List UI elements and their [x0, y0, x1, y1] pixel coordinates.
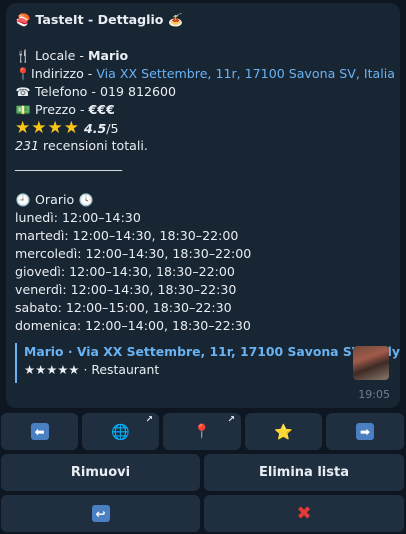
preview-stars-icon: ★★★★★	[24, 362, 80, 377]
locale-line: 🍴 Locale - Mario	[15, 47, 391, 65]
locale-label: Locale -	[35, 48, 88, 63]
hours-tuesday: martedì: 12:00–14:30, 18:30–22:00	[15, 228, 239, 243]
back-button[interactable]: ⬅	[1, 413, 78, 450]
reviews-line: 231 recensioni totali.	[15, 137, 391, 155]
close-icon: ✖	[296, 503, 312, 524]
sushi-icon: 🍣	[15, 13, 31, 27]
hours-friday: venerdì: 12:00–14:30, 18:30–22:30	[15, 282, 237, 297]
fork-knife-icon: 🍴	[15, 49, 31, 63]
globe-icon: 🌐	[111, 422, 130, 441]
phone-line: ☎ Telefono - 019 812600	[15, 83, 391, 101]
reviews-text: recensioni totali.	[39, 138, 148, 153]
keyboard-row-1: ⬅ 🌐 ↗ 📍 ↗ ⭐ ➡	[0, 413, 406, 450]
keyboard-row-2: Rimuovi Elimina lista	[0, 454, 406, 491]
favorite-button[interactable]: ⭐	[245, 413, 322, 450]
title-text: TasteIt - Dettaglio	[35, 12, 164, 27]
message-time: 19:05	[358, 388, 390, 401]
separator: _________________	[15, 156, 123, 171]
rating-value: 4.5	[83, 121, 107, 136]
address-line: 📍Indirizzo - Via XX Settembre, 11r, 1710…	[15, 65, 395, 83]
spaghetti-icon: 🍝	[168, 13, 184, 27]
left-arrow-icon: ⬅	[30, 423, 49, 440]
rating-stars-icon: ★★★★	[15, 118, 80, 138]
close-button[interactable]: ✖	[204, 495, 404, 532]
money-icon: 💵	[15, 103, 31, 117]
rating-line: ★★★★ 4.5/5	[15, 119, 391, 137]
star-icon: ⭐	[274, 422, 293, 441]
delete-list-button[interactable]: Elimina lista	[204, 454, 404, 491]
external-link-icon: ↗	[145, 415, 153, 425]
preview-description-text: · Restaurant	[79, 362, 160, 377]
pin-icon: 📍	[193, 423, 211, 440]
price-value: €€€	[88, 102, 115, 117]
telephone-icon: ☎	[15, 85, 31, 99]
hours-wednesday: mercoledì: 12:00–14:30, 18:30–22:00	[15, 246, 252, 261]
address-link[interactable]: Via XX Settembre, 11r, 17100 Savona SV, …	[96, 66, 395, 81]
website-button[interactable]: 🌐 ↗	[82, 413, 159, 450]
reviews-count: 231	[15, 138, 40, 153]
next-button[interactable]: ➡	[326, 413, 404, 450]
rating-suffix: /5	[106, 121, 119, 136]
hours-monday: lunedì: 12:00–14:30	[15, 210, 141, 225]
message-bubble: 🍣 TasteIt - Dettaglio 🍝 🍴 Locale - Mario…	[6, 3, 400, 408]
right-arrow-icon: ➡	[356, 423, 374, 440]
address-label: Indirizzo -	[31, 66, 97, 81]
price-label: Prezzo -	[35, 102, 89, 117]
hours-sunday: domenica: 12:00–14:00, 18:30–22:30	[15, 318, 251, 333]
link-preview-description: ★★★★★ · Restaurant	[24, 361, 389, 379]
external-link-icon: ↗	[227, 415, 235, 425]
price-line: 💵 Prezzo - €€€	[15, 101, 391, 119]
pin-icon: 📍	[15, 67, 31, 81]
return-button[interactable]: ↩	[1, 495, 200, 532]
message-title: 🍣 TasteIt - Dettaglio 🍝	[15, 11, 391, 29]
link-preview-title: Mario · Via XX Settembre, 11r, 17100 Sav…	[24, 344, 400, 359]
hours-saturday: sabato: 12:00–15:00, 18:30–22:30	[15, 300, 232, 315]
phone-value: 019 812600	[99, 84, 177, 99]
phone-label: Telefono -	[35, 84, 100, 99]
clock-icon: 🕓	[78, 193, 94, 207]
remove-button[interactable]: Rimuovi	[1, 454, 200, 491]
link-preview[interactable]: Mario · Via XX Settembre, 11r, 17100 Sav…	[15, 343, 400, 383]
clock-icon: 🕘	[15, 193, 31, 207]
return-arrow-icon: ↩	[91, 505, 110, 522]
map-button[interactable]: 📍 ↗	[163, 413, 241, 450]
locale-value: Mario	[87, 48, 129, 63]
preview-thumbnail	[353, 346, 389, 380]
hours-title-line: 🕘 Orario 🕓	[15, 191, 391, 209]
keyboard-row-3: ↩ ✖	[0, 495, 406, 532]
hours-thursday: giovedì: 12:00–14:30, 18:30–22:00	[15, 264, 235, 279]
hours-title: Orario	[35, 192, 75, 207]
